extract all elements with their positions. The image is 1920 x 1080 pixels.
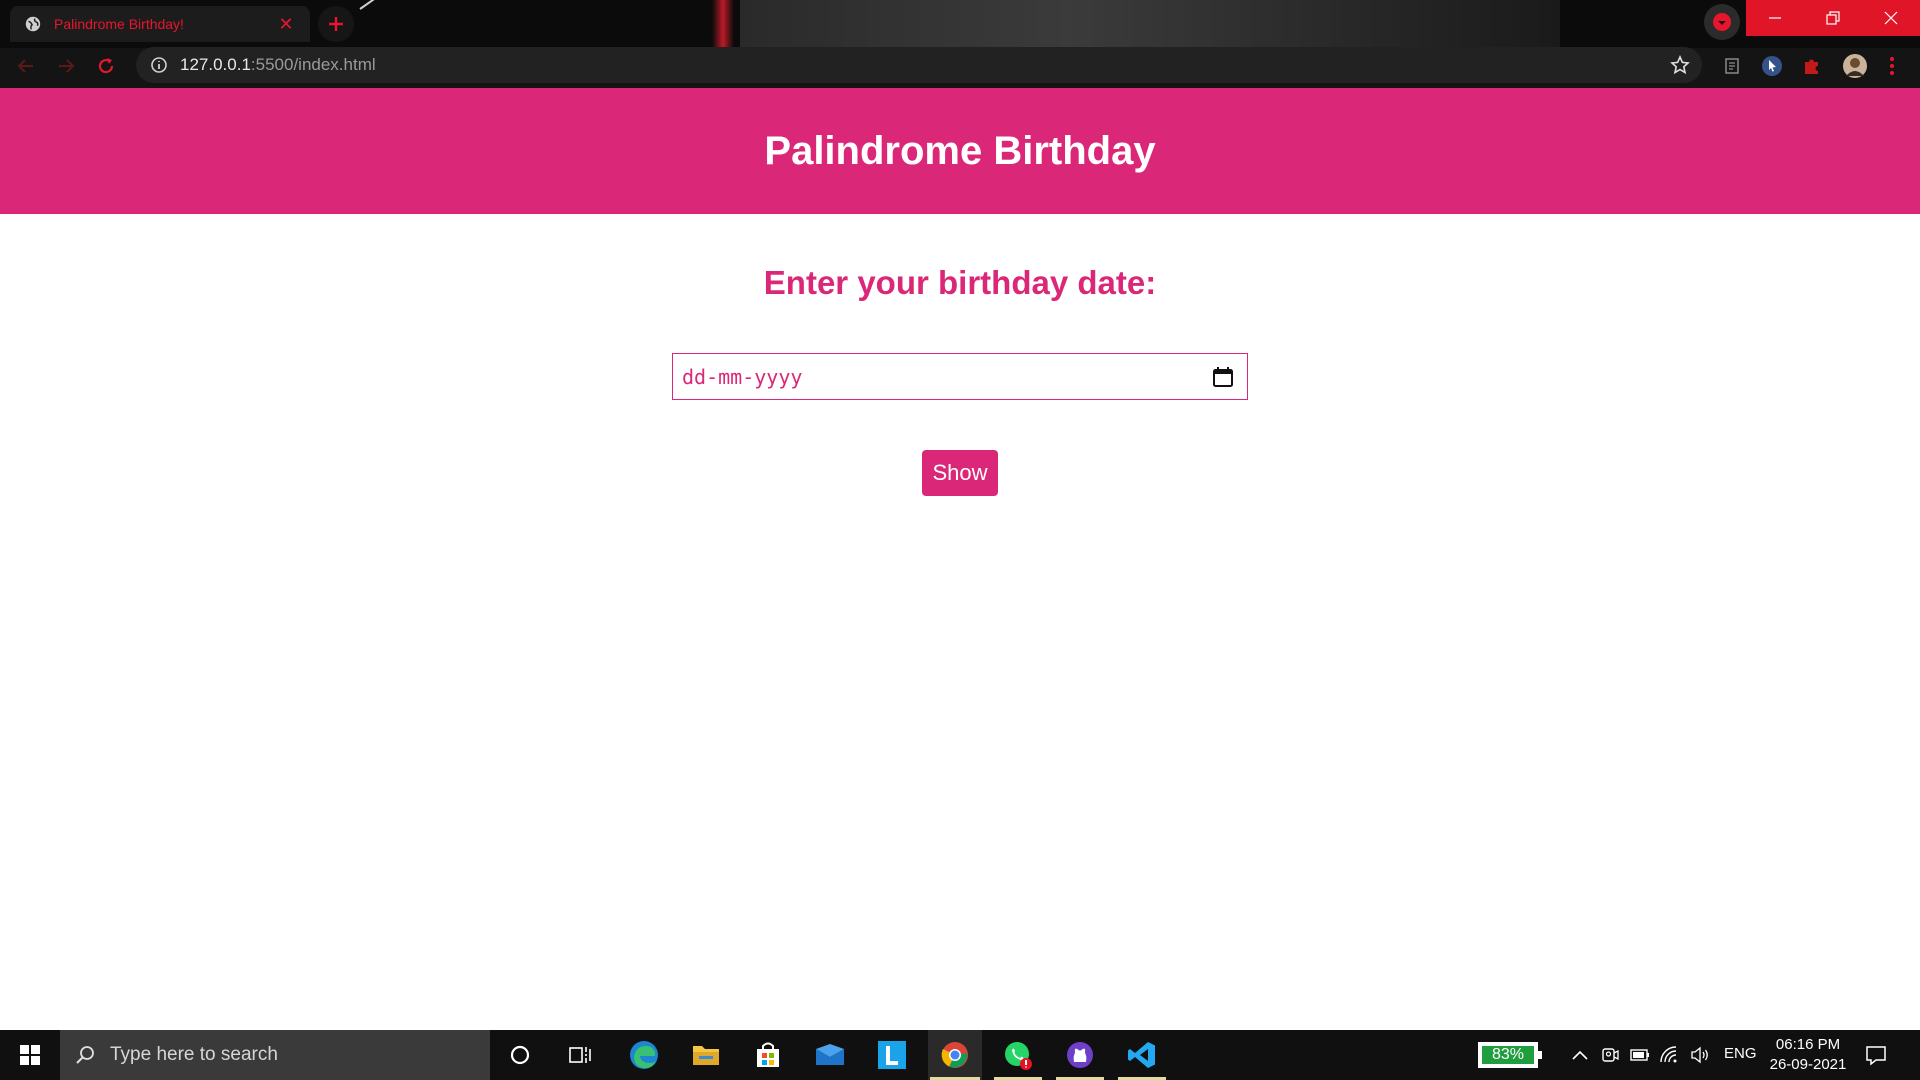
cursor-extension-icon bbox=[1762, 56, 1782, 76]
avatar bbox=[1843, 54, 1867, 78]
extensions-button[interactable] bbox=[1800, 54, 1824, 78]
kebab-menu-icon bbox=[1890, 57, 1894, 75]
site-header: Palindrome Birthday bbox=[0, 88, 1920, 214]
arrow-right-icon bbox=[59, 59, 75, 73]
back-button[interactable] bbox=[12, 52, 40, 80]
globe-icon bbox=[25, 16, 41, 32]
reading-list-button[interactable] bbox=[1720, 54, 1744, 78]
chrome-background-line bbox=[359, 0, 418, 10]
github-desktop-button[interactable] bbox=[1054, 1030, 1106, 1080]
browser-chrome: Palindrome Birthday! ✕ 127.0.0.1:5500/in… bbox=[0, 0, 1920, 88]
l-app-icon bbox=[878, 1041, 906, 1069]
chrome-button[interactable] bbox=[928, 1030, 982, 1080]
reload-icon bbox=[98, 58, 114, 74]
clock-date: 26-09-2021 bbox=[1769, 1056, 1847, 1073]
battery-indicator[interactable]: 83% bbox=[1478, 1042, 1542, 1068]
tab-title: Palindrome Birthday! bbox=[54, 16, 184, 32]
close-icon bbox=[1884, 11, 1898, 25]
url-path: :5500/index.html bbox=[250, 55, 376, 74]
whatsapp-icon bbox=[1005, 1042, 1032, 1070]
file-explorer-button[interactable] bbox=[682, 1030, 730, 1080]
search-icon bbox=[76, 1046, 94, 1064]
action-center-button[interactable] bbox=[1864, 1043, 1888, 1067]
plus-icon bbox=[329, 17, 343, 31]
wifi-icon bbox=[1660, 1046, 1677, 1063]
cortana-button[interactable] bbox=[496, 1030, 544, 1080]
l-app-button[interactable] bbox=[868, 1030, 916, 1080]
chevron-up-icon bbox=[1572, 1050, 1588, 1060]
address-bar[interactable]: 127.0.0.1:5500/index.html bbox=[136, 47, 1702, 83]
page-title: Palindrome Birthday bbox=[764, 128, 1156, 173]
task-view-icon bbox=[569, 1047, 591, 1063]
windows-logo-icon bbox=[20, 1045, 40, 1065]
microsoft-store-button[interactable] bbox=[744, 1030, 792, 1080]
birthday-prompt: Enter your birthday date: bbox=[763, 264, 1157, 301]
task-view-button[interactable] bbox=[556, 1030, 604, 1080]
vscode-button[interactable] bbox=[1116, 1030, 1168, 1080]
browser-menu-button[interactable] bbox=[1880, 54, 1904, 78]
battery-nub bbox=[1538, 1051, 1542, 1059]
new-tab-button[interactable] bbox=[318, 6, 354, 42]
minimize-button[interactable] bbox=[1746, 0, 1804, 36]
volume-button[interactable] bbox=[1688, 1043, 1712, 1067]
taskbar-search[interactable]: Type here to search bbox=[60, 1030, 490, 1080]
vscode-icon bbox=[1128, 1042, 1155, 1068]
chrome-background bbox=[740, 0, 1560, 48]
forward-button[interactable] bbox=[52, 52, 80, 80]
cortana-icon bbox=[510, 1045, 530, 1065]
minimize-icon bbox=[1769, 17, 1781, 19]
cursor-extension-button[interactable] bbox=[1760, 54, 1784, 78]
show-hidden-icons-button[interactable] bbox=[1568, 1043, 1592, 1067]
speaker-icon bbox=[1691, 1046, 1708, 1064]
restore-icon bbox=[1826, 11, 1840, 25]
windows-taskbar: Type here to search 83% ENG 06:16 PM 26-… bbox=[0, 1030, 1920, 1080]
close-tab-icon[interactable]: ✕ bbox=[276, 14, 296, 35]
close-window-button[interactable] bbox=[1862, 0, 1920, 36]
network-button[interactable] bbox=[1658, 1043, 1682, 1067]
profile-button[interactable] bbox=[1840, 54, 1870, 78]
reading-list-icon bbox=[1725, 58, 1739, 74]
site-info-icon[interactable] bbox=[150, 56, 168, 74]
input-language[interactable]: ENG bbox=[1724, 1045, 1757, 1062]
edge-button[interactable] bbox=[620, 1030, 668, 1080]
file-explorer-icon bbox=[693, 1046, 719, 1065]
battery-icon bbox=[1630, 1049, 1649, 1061]
edge-icon bbox=[630, 1041, 658, 1069]
clock[interactable]: 06:16 PM 26-09-2021 bbox=[1768, 1035, 1848, 1075]
date-placeholder: dd-mm-yyyy bbox=[682, 364, 803, 389]
start-button[interactable] bbox=[0, 1030, 60, 1080]
mail-button[interactable] bbox=[806, 1030, 854, 1080]
url-text[interactable]: 127.0.0.1:5500/index.html bbox=[180, 55, 376, 75]
github-desktop-icon bbox=[1067, 1042, 1093, 1068]
battery-tray-button[interactable] bbox=[1628, 1043, 1652, 1067]
birthday-date-input[interactable]: dd-mm-yyyy bbox=[672, 353, 1248, 400]
show-button[interactable]: Show bbox=[922, 450, 998, 496]
arrow-left-icon bbox=[17, 59, 33, 73]
bookmark-star-icon[interactable] bbox=[1670, 55, 1690, 75]
camera-icon bbox=[1602, 1048, 1619, 1062]
mail-icon bbox=[816, 1044, 844, 1065]
window-controls bbox=[1746, 0, 1920, 36]
heart-badge-icon bbox=[1713, 13, 1731, 31]
calendar-icon[interactable] bbox=[1211, 365, 1235, 389]
battery-percent: 83% bbox=[1482, 1046, 1534, 1064]
url-host: 127.0.0.1 bbox=[180, 55, 251, 74]
web-page: Palindrome Birthday Enter your birthday … bbox=[0, 88, 1920, 1030]
reload-button[interactable] bbox=[92, 52, 120, 80]
store-icon bbox=[757, 1042, 779, 1067]
extension-badge-button[interactable] bbox=[1704, 4, 1740, 40]
clock-time: 06:16 PM bbox=[1775, 1036, 1841, 1053]
search-placeholder: Type here to search bbox=[110, 1044, 278, 1065]
whatsapp-button[interactable] bbox=[992, 1030, 1044, 1080]
notification-icon bbox=[1866, 1046, 1886, 1066]
browser-tab[interactable]: Palindrome Birthday! ✕ bbox=[10, 6, 310, 42]
chrome-icon bbox=[941, 1042, 968, 1068]
meet-now-button[interactable] bbox=[1598, 1043, 1622, 1067]
restore-button[interactable] bbox=[1804, 0, 1862, 36]
puzzle-icon bbox=[1805, 59, 1818, 74]
